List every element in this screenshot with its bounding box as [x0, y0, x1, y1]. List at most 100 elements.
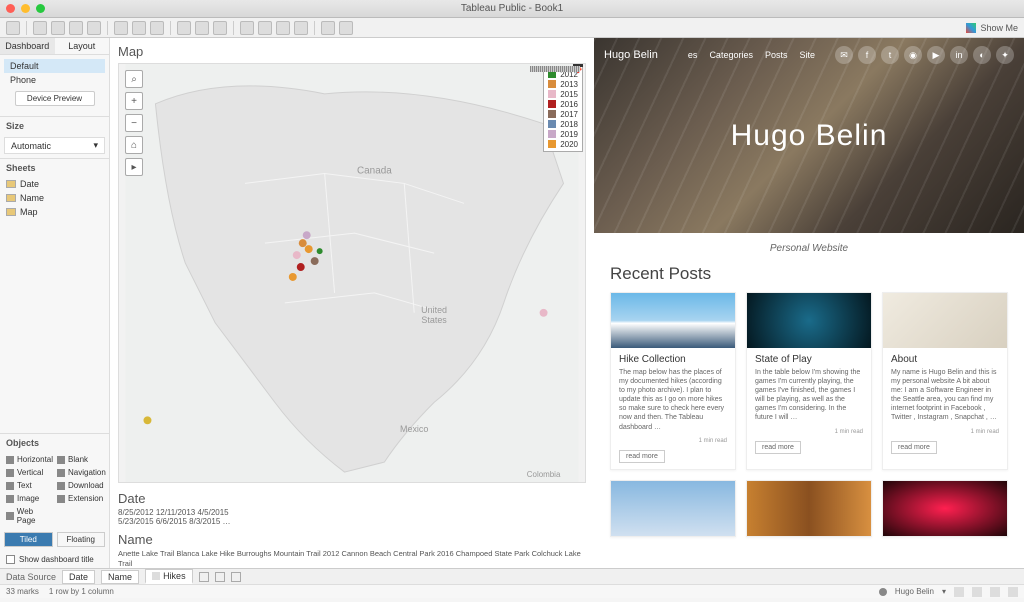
sheet-tab-active[interactable]: Hikes [145, 569, 193, 584]
webpage-object[interactable]: Hugo Belin es Categories Posts Site ✉ f … [594, 38, 1024, 568]
view-mode-button[interactable] [990, 587, 1000, 597]
fit-button[interactable] [321, 21, 335, 35]
new-worksheet-icon[interactable] [199, 572, 209, 582]
device-default[interactable]: Default [4, 59, 105, 73]
map-legend[interactable]: × 📌 2012 2013 2015 2016 2017 2018 2019 2… [543, 66, 583, 152]
format-button[interactable] [294, 21, 308, 35]
sheet-tab[interactable]: Name [101, 570, 139, 584]
nav-site[interactable]: Site [799, 50, 815, 60]
label-colombia: Colombia [527, 470, 561, 479]
dashboard-canvas[interactable]: Map Canada United [110, 38, 594, 568]
save-button[interactable] [69, 21, 83, 35]
map-title: Map [118, 44, 586, 59]
legend-drag-handle[interactable] [530, 66, 580, 72]
nav-es[interactable]: es [688, 50, 698, 60]
show-me-icon [966, 23, 976, 33]
map-controls: ⌕ + − ⌂ ▸ [125, 70, 143, 176]
toolbar: Show Me [0, 18, 1024, 38]
chevron-down-icon[interactable]: ▾ [942, 587, 946, 596]
post-card[interactable]: State of Play In the table below I'm sho… [746, 292, 872, 470]
view-mode-button[interactable] [1008, 587, 1018, 597]
linkedin-icon[interactable]: in [950, 46, 968, 64]
facebook-icon[interactable]: f [858, 46, 876, 64]
size-dropdown[interactable]: Automatic▾ [4, 137, 105, 154]
view-mode-button[interactable] [972, 587, 982, 597]
sort-asc-button[interactable] [195, 21, 209, 35]
zoom-in-button[interactable]: + [125, 92, 143, 110]
github-icon[interactable]: ◐ [973, 46, 991, 64]
highlight-button[interactable] [240, 21, 254, 35]
date-values: 8/25/2012 12/11/2013 4/5/2015 [118, 508, 586, 517]
read-more-button[interactable]: read more [755, 441, 801, 454]
undo-button[interactable] [6, 21, 20, 35]
site-logo[interactable]: Hugo Belin [604, 49, 658, 61]
device-preview-button[interactable]: Device Preview [15, 91, 95, 106]
floating-button[interactable]: Floating [57, 532, 106, 547]
minimize-icon[interactable] [21, 4, 30, 13]
social-icon[interactable]: ✉ [835, 46, 853, 64]
social-icon[interactable]: ✦ [996, 46, 1014, 64]
close-icon[interactable] [6, 4, 15, 13]
nav-categories[interactable]: Categories [709, 50, 753, 60]
map-tools-button[interactable]: ▸ [125, 158, 143, 176]
window-title: Tableau Public - Book1 [461, 3, 563, 14]
obj-image[interactable]: Image [6, 493, 53, 504]
post-card[interactable]: Hike Collection The map below has the pl… [610, 292, 736, 470]
labels-button[interactable] [276, 21, 290, 35]
obj-blank[interactable]: Blank [57, 454, 106, 465]
obj-vertical[interactable]: Vertical [6, 467, 53, 478]
sheet-name[interactable]: Name [0, 191, 109, 205]
search-map-button[interactable]: ⌕ [125, 70, 143, 88]
zoom-out-button[interactable]: − [125, 114, 143, 132]
read-more-button[interactable]: read more [891, 441, 937, 454]
twitter-icon[interactable]: t [881, 46, 899, 64]
post-card[interactable] [746, 480, 872, 537]
new-worksheet-button[interactable] [114, 21, 128, 35]
site-subtitle: Personal Website [594, 233, 1024, 264]
presentation-button[interactable] [339, 21, 353, 35]
youtube-icon[interactable]: ▶ [927, 46, 945, 64]
tiled-button[interactable]: Tiled [4, 532, 53, 547]
post-excerpt: My name is Hugo Belin and this is my per… [891, 368, 999, 423]
back-button[interactable] [33, 21, 47, 35]
obj-navigation[interactable]: Navigation [57, 467, 106, 478]
post-card[interactable] [610, 480, 736, 537]
instagram-icon[interactable]: ◉ [904, 46, 922, 64]
swap-button[interactable] [177, 21, 191, 35]
read-time: 1 min read [883, 429, 1007, 437]
obj-text[interactable]: Text [6, 480, 53, 491]
post-card[interactable] [882, 480, 1008, 537]
zoom-home-button[interactable]: ⌂ [125, 136, 143, 154]
data-source-tab[interactable]: Data Source [6, 572, 56, 582]
duplicate-button[interactable] [132, 21, 146, 35]
obj-extension[interactable]: Extension [57, 493, 106, 504]
new-dashboard-icon[interactable] [215, 572, 225, 582]
device-phone[interactable]: Phone [4, 73, 105, 87]
tab-dashboard[interactable]: Dashboard [0, 38, 55, 54]
sort-desc-button[interactable] [213, 21, 227, 35]
read-more-button[interactable]: read more [619, 450, 665, 463]
name-values: Anette Lake Trail Blanca Lake Hike Burro… [118, 549, 586, 568]
sheet-date[interactable]: Date [0, 177, 109, 191]
group-button[interactable] [258, 21, 272, 35]
obj-webpage[interactable]: Web Page [6, 506, 53, 526]
clear-button[interactable] [150, 21, 164, 35]
maximize-icon[interactable] [36, 4, 45, 13]
refresh-button[interactable] [87, 21, 101, 35]
view-mode-button[interactable] [954, 587, 964, 597]
obj-horizontal[interactable]: Horizontal [6, 454, 53, 465]
tab-layout[interactable]: Layout [55, 38, 110, 54]
nav-posts[interactable]: Posts [765, 50, 788, 60]
sheet-map[interactable]: Map [0, 205, 109, 219]
post-title: State of Play [755, 354, 863, 365]
user-name[interactable]: Hugo Belin [895, 587, 934, 596]
show-title-checkbox[interactable]: Show dashboard title [0, 551, 109, 568]
obj-download[interactable]: Download [57, 480, 106, 491]
map-viz[interactable]: Canada United States Mexico Colombia [118, 63, 586, 483]
show-me-button[interactable]: Show Me [966, 23, 1018, 33]
window-controls [6, 4, 45, 13]
forward-button[interactable] [51, 21, 65, 35]
sheet-tab[interactable]: Date [62, 570, 95, 584]
new-story-icon[interactable] [231, 572, 241, 582]
post-card[interactable]: About My name is Hugo Belin and this is … [882, 292, 1008, 470]
